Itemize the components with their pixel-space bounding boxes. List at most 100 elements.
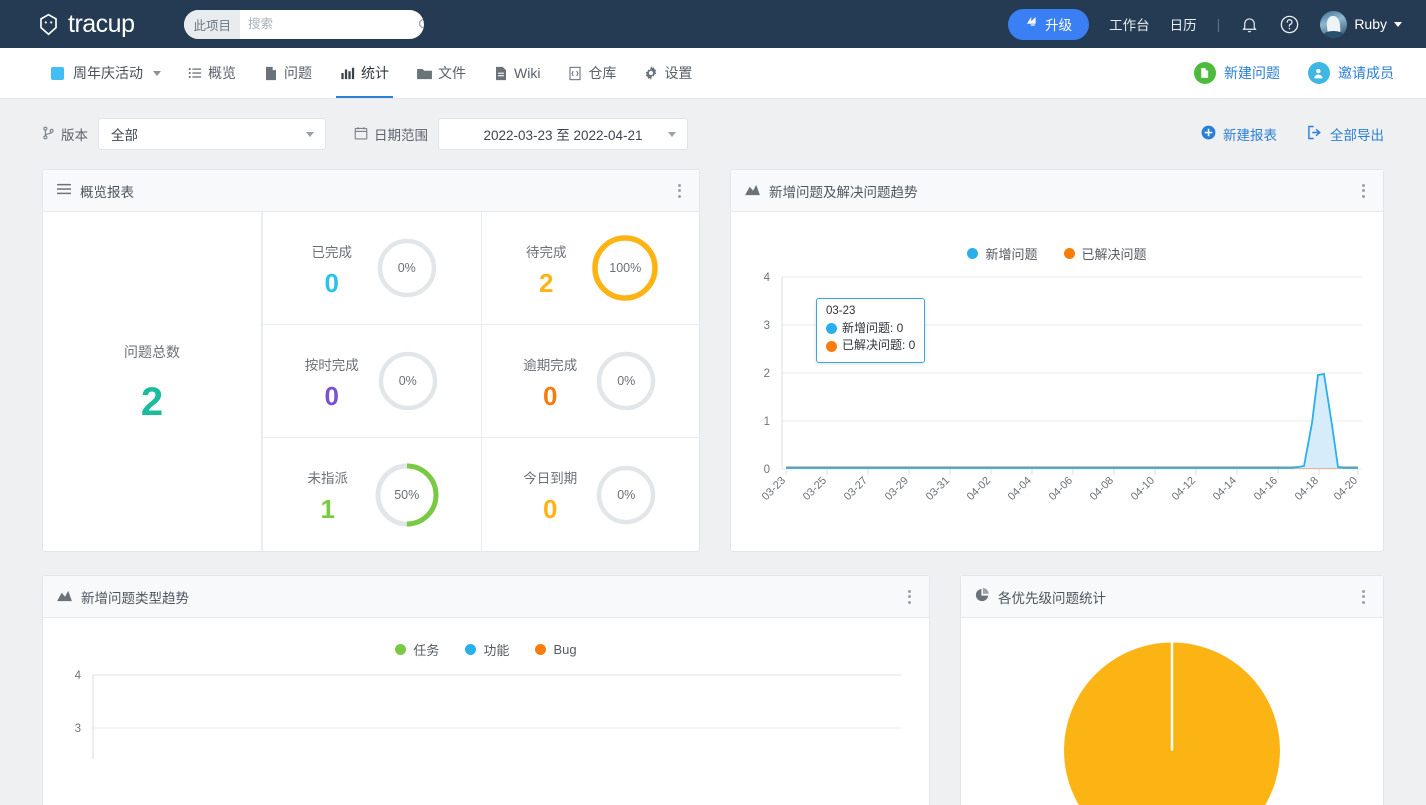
version-select[interactable]: 全部 [98,118,326,150]
new-issue-label: 新建问题 [1224,65,1280,81]
legend-item-bug[interactable]: Bug [535,642,577,657]
file-icon [264,66,278,81]
metric-label: 按时完成 [304,357,359,373]
top-header-bar: tracup 此项目 升级 工作台 日历 | [0,0,1426,48]
legend-label: 已解决问题 [1081,247,1147,262]
metric-due-today: 今日到期 0 0% [480,438,700,551]
svg-text:04-18: 04-18 [1293,475,1321,503]
date-range-filter: 日期范围 2022-03-23 至 2022-04-21 [354,118,688,150]
list-icon [188,66,202,80]
legend-color-dot [967,248,979,259]
nav-actions: 新建问题 邀请成员 [1194,62,1410,84]
svg-text:0: 0 [764,464,770,476]
total-issues-value: 2 [140,379,164,424]
date-range-select[interactable]: 2022-03-23 至 2022-04-21 [438,118,688,150]
legend-item-feature[interactable]: 功能 [465,640,509,659]
kebab-menu-icon[interactable] [904,586,915,608]
new-report-button[interactable]: 新建报表 [1201,124,1277,144]
svg-text:1: 1 [764,416,770,428]
filter-bar: 版本 全部 日期范围 2022-03-23 至 2022-04-21 新建报表 … [0,99,1426,169]
invite-member-button[interactable]: 邀请成员 [1308,62,1394,84]
legend-label: 新增问题 [985,247,1038,262]
kebab-menu-icon[interactable] [674,180,685,202]
project-selector[interactable]: 周年庆活动 [38,48,174,98]
card-title: 概览报表 [80,184,134,200]
tab-files[interactable]: 文件 [403,48,480,98]
kebab-menu-icon[interactable] [1358,180,1369,202]
card-header: 新增问题及解决问题趋势 [731,170,1383,212]
tab-wiki[interactable]: Wiki [480,48,554,98]
tab-label: Wiki [514,65,541,81]
svg-text:03-25: 03-25 [801,475,829,503]
search-icon[interactable] [417,17,425,32]
new-issue-button[interactable]: 新建问题 [1194,62,1280,84]
metric-label: 今日到期 [523,471,578,486]
overview-body: 问题总数 2 已完成 0 0% 待完成 2 100% 按时完成 0 0% 逾期完… [43,212,699,551]
svg-text:03-31: 03-31 [924,475,952,503]
type-legend: 任务 功能 Bug [43,640,929,659]
priority-pie-svg[interactable] [961,618,1383,805]
pie-chart-body [961,618,1383,805]
export-all-label: 全部导出 [1330,128,1384,143]
svg-text:03-29: 03-29 [883,475,911,503]
svg-text:04-14: 04-14 [1211,475,1239,503]
tooltip-row-resolved: 已解决问题: 0 [826,337,915,354]
calendar-link[interactable]: 日历 [1170,14,1197,34]
legend-label: 功能 [483,643,510,658]
tooltip-color-dot [826,323,837,335]
search-scope-label[interactable]: 此项目 [184,9,240,39]
metric-donut: 0% [376,237,438,299]
workbench-link[interactable]: 工作台 [1109,14,1150,34]
nav-tabs: 周年庆活动 概览 问题 统计 文件 Wiki 仓库 设置 [38,48,706,98]
new-report-label: 新建报表 [1223,128,1277,143]
help-circle-icon[interactable] [1279,14,1300,35]
svg-text:3: 3 [75,723,81,735]
tab-settings[interactable]: 设置 [630,48,706,98]
chevron-down-icon [306,131,314,137]
tab-repository[interactable]: 仓库 [554,48,630,98]
tab-label: 设置 [664,65,693,81]
upgrade-button[interactable]: 升级 [1008,8,1090,40]
search-box[interactable]: 此项目 [184,9,425,39]
metric-value: 0 [324,380,339,411]
kebab-menu-icon[interactable] [1358,586,1369,608]
metric-value: 0 [324,267,339,298]
tab-label: 问题 [284,65,312,81]
top-right-actions: 升级 工作台 日历 | Ruby [1008,8,1410,40]
tab-overview[interactable]: 概览 [174,48,250,98]
svg-text:04-02: 04-02 [965,475,993,503]
legend-item-new-issues[interactable]: 新增问题 [967,244,1038,263]
user-name: Ruby [1354,16,1387,32]
svg-text:04-10: 04-10 [1129,475,1157,503]
svg-text:3: 3 [764,320,770,332]
metric-donut: 0% [377,350,439,412]
user-menu[interactable]: Ruby [1320,10,1402,38]
project-name: 周年庆活动 [73,65,143,81]
invite-member-label: 邀请成员 [1338,65,1394,81]
tab-statistics[interactable]: 统计 [326,48,403,98]
legend-item-task[interactable]: 任务 [395,640,439,659]
legend-color-dot [1063,248,1075,259]
date-range-label-text: 日期范围 [374,128,428,143]
pie-chart-icon [975,588,989,605]
metric-label: 待完成 [526,244,567,260]
metric-value: 0 [543,380,558,411]
overview-metrics-grid: 已完成 0 0% 待完成 2 100% 按时完成 0 0% 逾期完成 0 0% … [262,212,699,551]
issue-trend-card: 新增问题及解决问题趋势 新增问题 已解决问题 4 3 2 1 0 03-23 0… [730,169,1384,552]
area-chart-icon [57,589,72,605]
search-input[interactable] [240,17,417,31]
tab-issues[interactable]: 问题 [250,48,326,98]
metric-percent: 0% [617,374,636,388]
metric-unassigned: 未指派 1 50% [262,438,481,551]
type-chart-svg[interactable]: 4 3 [43,659,929,759]
legend-item-resolved-issues[interactable]: 已解决问题 [1063,244,1147,263]
export-all-button[interactable]: 全部导出 [1307,124,1384,144]
card-title: 各优先级问题统计 [998,590,1106,606]
report-actions: 新建报表 全部导出 [1201,124,1384,144]
app-logo[interactable]: tracup [36,10,135,39]
bell-icon[interactable] [1240,15,1259,34]
project-color-swatch [51,66,64,80]
legend-color-dot [535,644,547,655]
trend-legend: 新增问题 已解决问题 [731,244,1383,263]
cards-row-2: 新增问题类型趋势 任务 功能 Bug 4 3 各优先级问题统计 [42,575,1384,805]
